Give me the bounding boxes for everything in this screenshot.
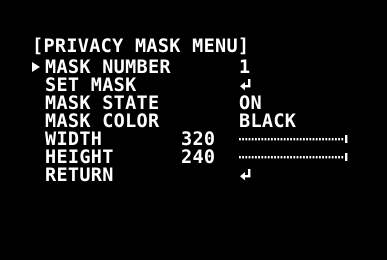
level-dot bbox=[261, 138, 264, 141]
height-level-bar[interactable] bbox=[239, 153, 349, 161]
level-dot bbox=[239, 156, 241, 159]
level-dot bbox=[271, 138, 273, 141]
level-dot bbox=[315, 156, 318, 159]
level-dot bbox=[255, 156, 257, 159]
level-dot bbox=[293, 156, 296, 159]
level-dot bbox=[312, 138, 315, 141]
level-dot bbox=[299, 156, 302, 159]
level-dot bbox=[287, 156, 289, 159]
level-dot bbox=[306, 138, 308, 141]
level-dot bbox=[283, 138, 286, 141]
height-number: 240 bbox=[181, 147, 216, 168]
level-dot bbox=[290, 138, 292, 141]
level-dot bbox=[239, 138, 241, 141]
level-dot bbox=[242, 156, 244, 159]
level-dot bbox=[303, 138, 305, 141]
osd-screen: [PRIVACY MASK MENU] MASK NUMBER 1 SET MA… bbox=[0, 0, 387, 260]
level-dot bbox=[251, 156, 254, 159]
level-dot bbox=[264, 156, 267, 159]
level-dot bbox=[341, 156, 344, 159]
level-dot bbox=[315, 138, 318, 141]
menu-item-label: RETURN bbox=[45, 165, 114, 186]
level-dot bbox=[331, 156, 334, 159]
level-dot bbox=[328, 138, 331, 141]
width-level-bar[interactable] bbox=[239, 135, 349, 143]
level-dot bbox=[261, 156, 264, 159]
level-dot bbox=[319, 156, 321, 159]
level-dot bbox=[328, 156, 331, 159]
level-dot bbox=[309, 156, 312, 159]
level-dot bbox=[299, 138, 302, 141]
level-marker bbox=[345, 135, 348, 143]
level-dot bbox=[271, 156, 273, 159]
level-dot bbox=[283, 156, 286, 159]
level-dot bbox=[290, 156, 292, 159]
enter-return-icon bbox=[240, 169, 251, 181]
level-dot bbox=[341, 138, 344, 141]
level-marker bbox=[345, 153, 348, 161]
level-dot bbox=[277, 138, 280, 141]
level-dot bbox=[248, 156, 251, 159]
level-dot bbox=[335, 138, 337, 141]
level-dot bbox=[319, 138, 321, 141]
level-dot bbox=[255, 138, 257, 141]
level-dot bbox=[331, 138, 334, 141]
level-dot bbox=[335, 156, 337, 159]
mask-color-value: BLACK bbox=[239, 111, 297, 132]
level-dot bbox=[242, 138, 244, 141]
level-dot bbox=[312, 156, 315, 159]
level-dot bbox=[322, 156, 324, 159]
level-dot bbox=[309, 138, 312, 141]
level-dot bbox=[338, 138, 340, 141]
level-dot bbox=[274, 156, 276, 159]
level-dot bbox=[325, 138, 328, 141]
level-dot bbox=[306, 156, 308, 159]
level-dot bbox=[264, 138, 267, 141]
level-dot bbox=[338, 156, 340, 159]
menu-title: [PRIVACY MASK MENU] bbox=[32, 36, 250, 57]
level-dot bbox=[280, 156, 283, 159]
level-dot bbox=[251, 138, 254, 141]
right-triangle-icon bbox=[32, 62, 40, 72]
mask-number-value: 1 bbox=[239, 57, 251, 78]
level-dot bbox=[274, 138, 276, 141]
level-dot bbox=[258, 138, 260, 141]
menu-item-return[interactable]: RETURN bbox=[45, 165, 375, 186]
level-dot bbox=[296, 156, 299, 159]
level-dot bbox=[322, 138, 324, 141]
level-dot bbox=[287, 138, 289, 141]
level-dot bbox=[267, 156, 270, 159]
level-dot bbox=[325, 156, 328, 159]
level-dot bbox=[245, 138, 248, 141]
level-dot bbox=[245, 156, 248, 159]
level-dot bbox=[296, 138, 299, 141]
level-dot bbox=[248, 138, 251, 141]
level-dot bbox=[280, 138, 283, 141]
level-dot bbox=[277, 156, 280, 159]
level-dot bbox=[267, 138, 270, 141]
level-dot bbox=[303, 156, 305, 159]
level-dot bbox=[293, 138, 296, 141]
level-dot bbox=[258, 156, 260, 159]
enter-return-icon bbox=[240, 79, 251, 91]
